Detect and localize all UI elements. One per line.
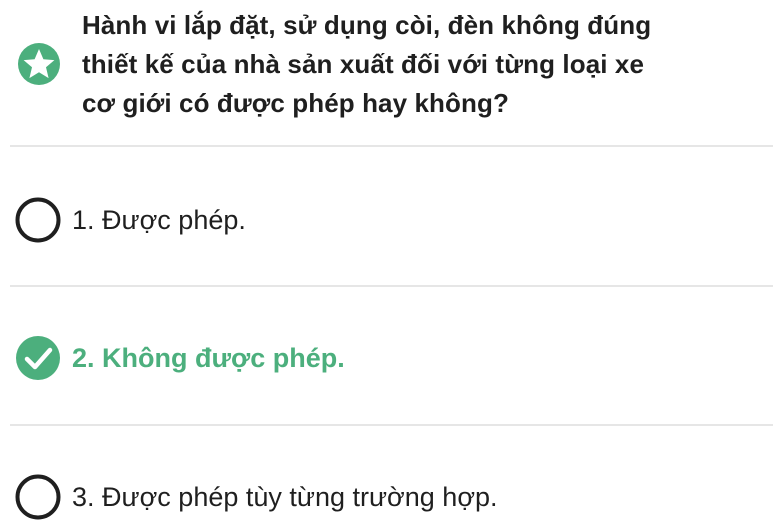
divider — [10, 285, 773, 287]
question-block: Hành vi lắp đặt, sử dụng còi, đèn không … — [0, 0, 783, 140]
answer-label: 3. Được phép tùy từng trường hợp. — [72, 482, 498, 512]
question-line: cơ giới có được phép hay không? — [82, 88, 509, 118]
question-line: Hành vi lắp đặt, sử dụng còi, đèn không … — [82, 10, 652, 40]
divider — [10, 424, 773, 426]
answer-option-3[interactable]: 3. Được phép tùy từng trường hợp. — [0, 467, 783, 523]
star-badge-icon — [18, 43, 60, 85]
answer-option-2[interactable]: 2. Không được phép. — [0, 328, 783, 388]
question-text: Hành vi lắp đặt, sử dụng còi, đèn không … — [82, 6, 772, 123]
answer-label: 2. Không được phép. — [72, 343, 345, 373]
answer-option-1[interactable]: 1. Được phép. — [0, 190, 783, 250]
question-screen: Hành vi lắp đặt, sử dụng còi, đèn không … — [0, 0, 783, 523]
question-line: thiết kế của nhà sản xuất đối với từng l… — [82, 49, 645, 79]
radio-empty-icon[interactable] — [14, 473, 62, 521]
answer-label: 1. Được phép. — [72, 205, 246, 235]
check-circle-icon[interactable] — [14, 334, 62, 382]
radio-empty-icon[interactable] — [14, 196, 62, 244]
divider — [10, 145, 773, 147]
